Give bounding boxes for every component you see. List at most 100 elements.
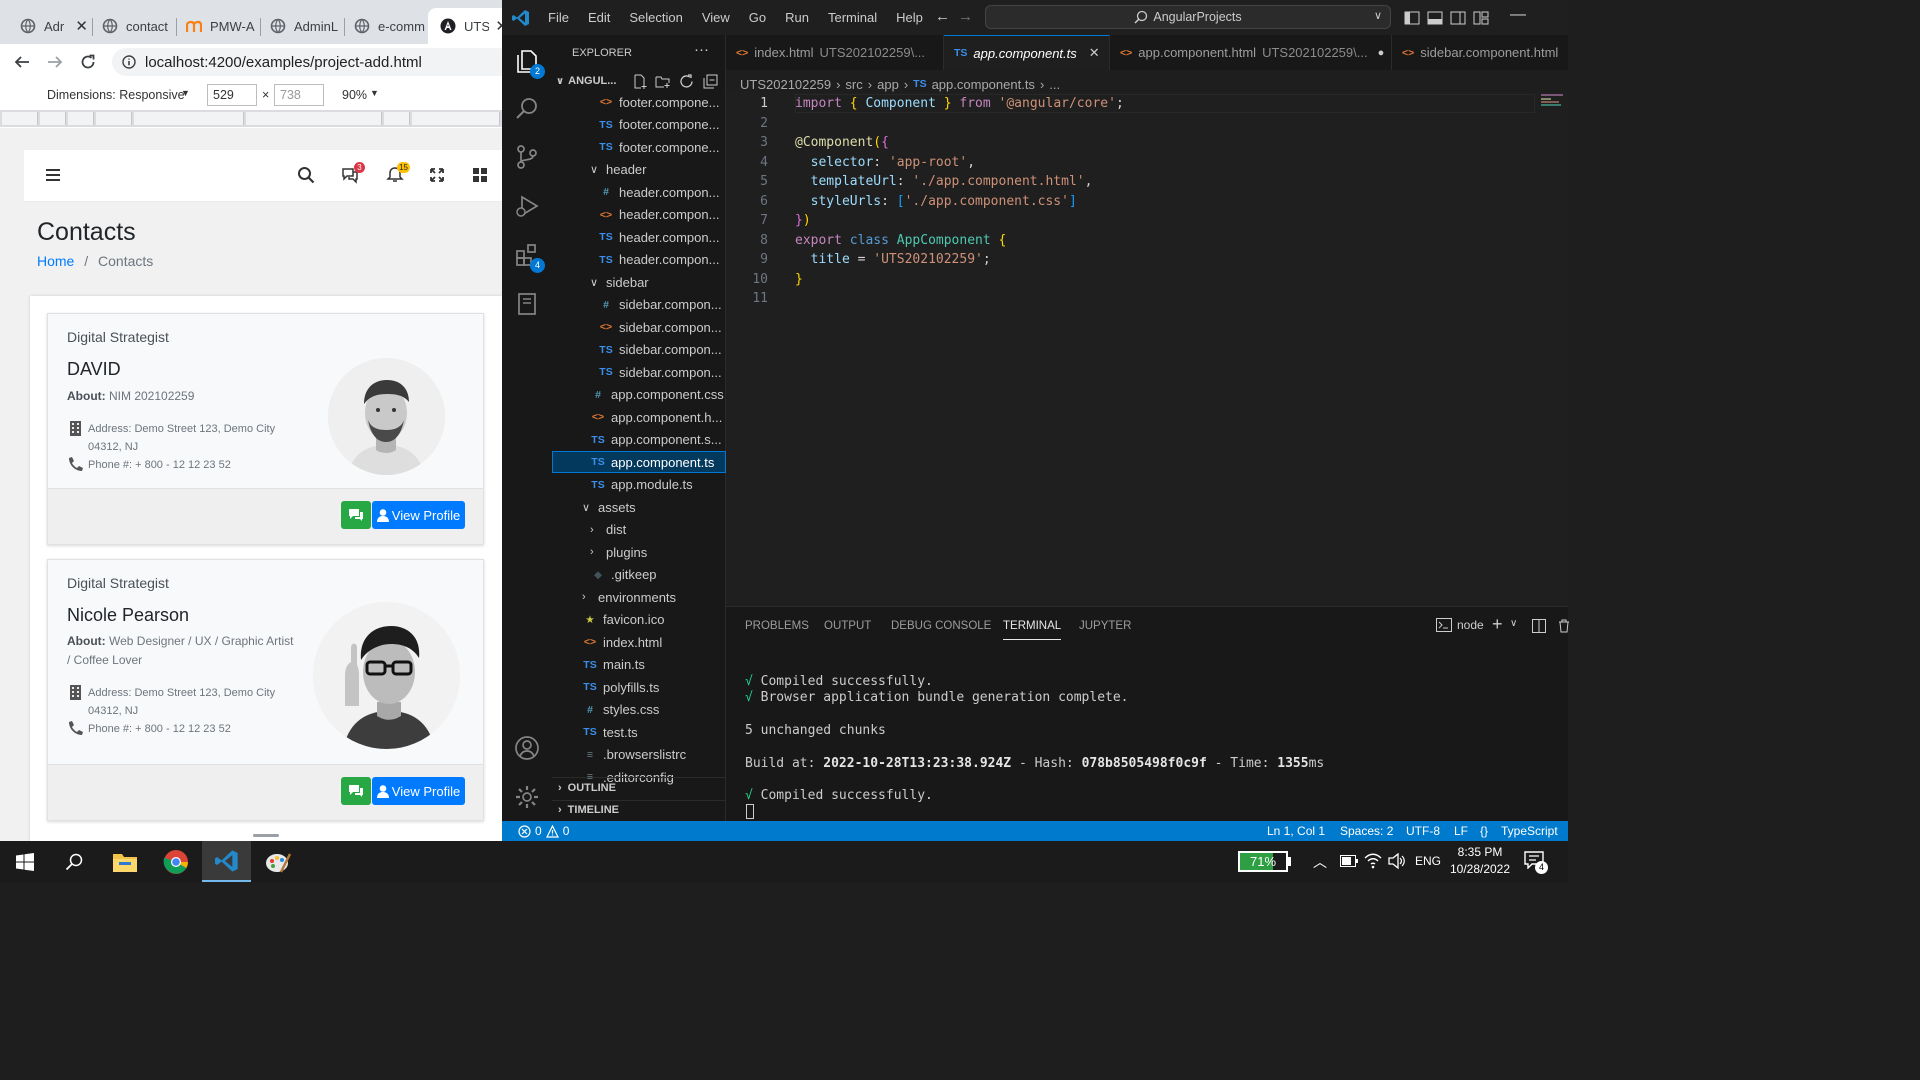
tree-folder[interactable]: ∨ assets [552, 496, 726, 518]
unsaved-dot-icon[interactable]: ● [1378, 47, 1385, 59]
view-profile-button[interactable]: View Profile [372, 777, 465, 805]
chevron-down-icon[interactable]: ∨ [1510, 618, 1517, 629]
editor-tab[interactable]: <> app.component.html UTS202102259\... ● [1110, 35, 1392, 70]
vscode-app[interactable] [202, 841, 251, 882]
tree-file[interactable]: <> sidebar.compon... [552, 316, 726, 338]
media-query-ruler[interactable] [0, 110, 502, 127]
tree-folder[interactable]: ∨ sidebar [552, 271, 726, 293]
tree-file[interactable]: ★ favicon.ico [552, 609, 726, 631]
more-actions-icon[interactable]: ··· [694, 41, 709, 58]
new-file-icon[interactable] [632, 74, 647, 89]
message-button[interactable] [341, 501, 371, 529]
tree-file[interactable]: # styles.css [552, 699, 726, 721]
dimensions-select[interactable]: Dimensions: Responsive [47, 88, 185, 102]
fullscreen-icon[interactable] [428, 166, 446, 184]
menu-selection[interactable]: Selection [629, 10, 682, 25]
account-icon[interactable] [513, 734, 541, 762]
minimap[interactable] [1541, 94, 1567, 108]
battery-icon[interactable] [1340, 855, 1358, 867]
tree-file[interactable]: # sidebar.compon... [552, 294, 726, 316]
tab-output[interactable]: OUTPUT [824, 620, 871, 632]
breadcrumb-home-link[interactable]: Home [37, 253, 74, 269]
grid-apps-icon[interactable] [471, 166, 489, 184]
view-profile-button[interactable]: View Profile [372, 501, 465, 529]
editor-tab[interactable]: <> index.html UTS202102259\... [726, 35, 944, 70]
browser-tab[interactable]: e-comm [342, 8, 428, 44]
height-input[interactable] [274, 84, 324, 106]
volume-icon[interactable] [1388, 853, 1406, 869]
terminal-selector[interactable]: node [1436, 618, 1484, 632]
show-hidden-icons-icon[interactable]: ︿ [1313, 852, 1327, 872]
breadcrumb-file[interactable]: app.component.ts [932, 77, 1035, 92]
tree-file[interactable]: TS sidebar.compon... [552, 361, 726, 383]
close-icon[interactable]: ✕ [1089, 45, 1100, 61]
tree-file[interactable]: TS app.component.s... [552, 429, 726, 451]
tab-debug-console[interactable]: DEBUG CONSOLE [891, 620, 991, 632]
tree-file[interactable]: ≡ .browserslistrc [552, 744, 726, 766]
tree-file[interactable]: TS sidebar.compon... [552, 339, 726, 361]
notifications-button[interactable]: 15 [386, 162, 410, 184]
breadcrumb-root[interactable]: UTS202102259 [740, 77, 831, 92]
tab-problems[interactable]: PROBLEMS [745, 620, 809, 632]
editor-tab-active[interactable]: TS app.component.ts ✕ [944, 35, 1110, 70]
code-editor[interactable]: 1 2 3 4 5 6 7 8 9 10 11 import { Component } from … [726, 92, 1568, 605]
workspace-root[interactable]: ∨ ANGUL... [556, 75, 616, 87]
browser-tab[interactable]: contact [90, 8, 176, 44]
start-button[interactable] [0, 841, 49, 882]
editor-tab[interactable]: <> sidebar.component.html [1392, 35, 1568, 70]
nav-back-icon[interactable]: ← [935, 8, 950, 25]
input-language[interactable]: ENG [1415, 854, 1441, 868]
language-mode[interactable]: TypeScript [1501, 824, 1558, 838]
menu-run[interactable]: Run [785, 10, 809, 25]
menu-help[interactable]: Help [896, 10, 923, 25]
tree-file[interactable]: ◆ .gitkeep [552, 564, 726, 586]
search-icon[interactable] [297, 166, 315, 184]
wifi-icon[interactable] [1364, 853, 1382, 869]
cursor-position[interactable]: Ln 1, Col 1 [1267, 824, 1325, 838]
tree-file[interactable]: TS main.ts [552, 654, 726, 676]
settings-gear-icon[interactable] [513, 783, 541, 811]
toggle-secondary-sidebar-icon[interactable] [1450, 10, 1466, 26]
close-icon[interactable]: ✕ [75, 17, 88, 35]
messages-button[interactable]: 3 [341, 162, 365, 184]
collapse-all-icon[interactable] [703, 74, 718, 89]
action-center-button[interactable]: 4 [1524, 851, 1548, 874]
toggle-primary-sidebar-icon[interactable] [1404, 10, 1420, 26]
tree-file[interactable]: <> app.component.h... [552, 406, 726, 428]
menu-view[interactable]: View [702, 10, 730, 25]
indentation[interactable]: Spaces: 2 [1340, 824, 1393, 838]
back-arrow-icon[interactable] [14, 54, 30, 70]
file-explorer-app[interactable] [100, 841, 149, 882]
tree-file[interactable]: # header.compon... [552, 181, 726, 203]
tree-file[interactable]: TS header.compon... [552, 249, 726, 271]
menu-file[interactable]: File [548, 10, 569, 25]
tree-file[interactable]: TS header.compon... [552, 226, 726, 248]
menu-terminal[interactable]: Terminal [828, 10, 877, 25]
browser-tab-active[interactable]: UTS ✕ [428, 8, 502, 44]
tree-file[interactable]: <> footer.compone... [552, 91, 726, 113]
resize-handle[interactable] [253, 834, 279, 837]
tree-folder[interactable]: › environments [552, 586, 726, 608]
tree-file[interactable]: # app.component.css [552, 384, 726, 406]
info-icon[interactable] [122, 55, 136, 69]
message-button[interactable] [341, 777, 371, 805]
search-icon[interactable] [513, 95, 541, 123]
tree-file[interactable]: <> header.compon... [552, 204, 726, 226]
line-ending[interactable]: LF [1454, 824, 1468, 838]
hamburger-menu-icon[interactable] [44, 166, 62, 184]
toggle-panel-icon[interactable] [1427, 10, 1443, 26]
customize-layout-icon[interactable] [1473, 10, 1489, 26]
nav-forward-icon[interactable]: → [958, 8, 973, 25]
split-terminal-icon[interactable] [1532, 619, 1546, 633]
outline-section[interactable]: › OUTLINE [558, 782, 616, 794]
minimize-icon[interactable]: — [1510, 6, 1526, 24]
tab-terminal[interactable]: TERMINAL [1003, 620, 1062, 640]
trash-icon[interactable] [1558, 619, 1570, 633]
tab-jupyter[interactable]: JUPYTER [1079, 620, 1131, 632]
tree-file[interactable]: TS footer.compone... [552, 114, 726, 136]
tree-file[interactable]: TS app.module.ts [552, 474, 726, 496]
tree-file[interactable]: TS polyfills.ts [552, 676, 726, 698]
reload-icon[interactable] [80, 54, 96, 70]
tree-file[interactable]: TS footer.compone... [552, 136, 726, 158]
run-debug-icon[interactable] [513, 192, 541, 220]
